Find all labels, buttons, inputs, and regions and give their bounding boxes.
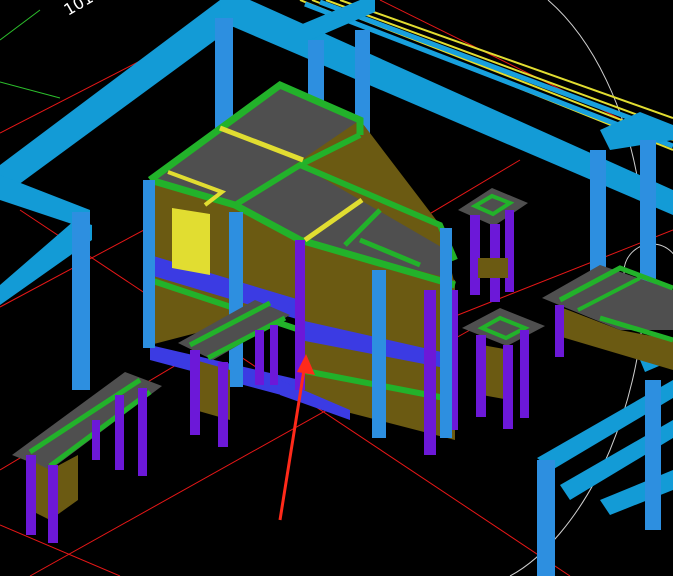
grid-axis-label: 101 bbox=[61, 0, 97, 19]
pile-cap-right bbox=[542, 265, 673, 370]
scene-canvas: 101 bbox=[0, 0, 673, 576]
pile-cap-small-mid bbox=[462, 308, 545, 429]
green-axis-lines bbox=[0, 9, 61, 99]
pile-cap-left bbox=[12, 372, 162, 543]
pile-cap-small-top bbox=[458, 188, 528, 302]
cad-3d-viewport[interactable]: 101 bbox=[0, 0, 673, 576]
